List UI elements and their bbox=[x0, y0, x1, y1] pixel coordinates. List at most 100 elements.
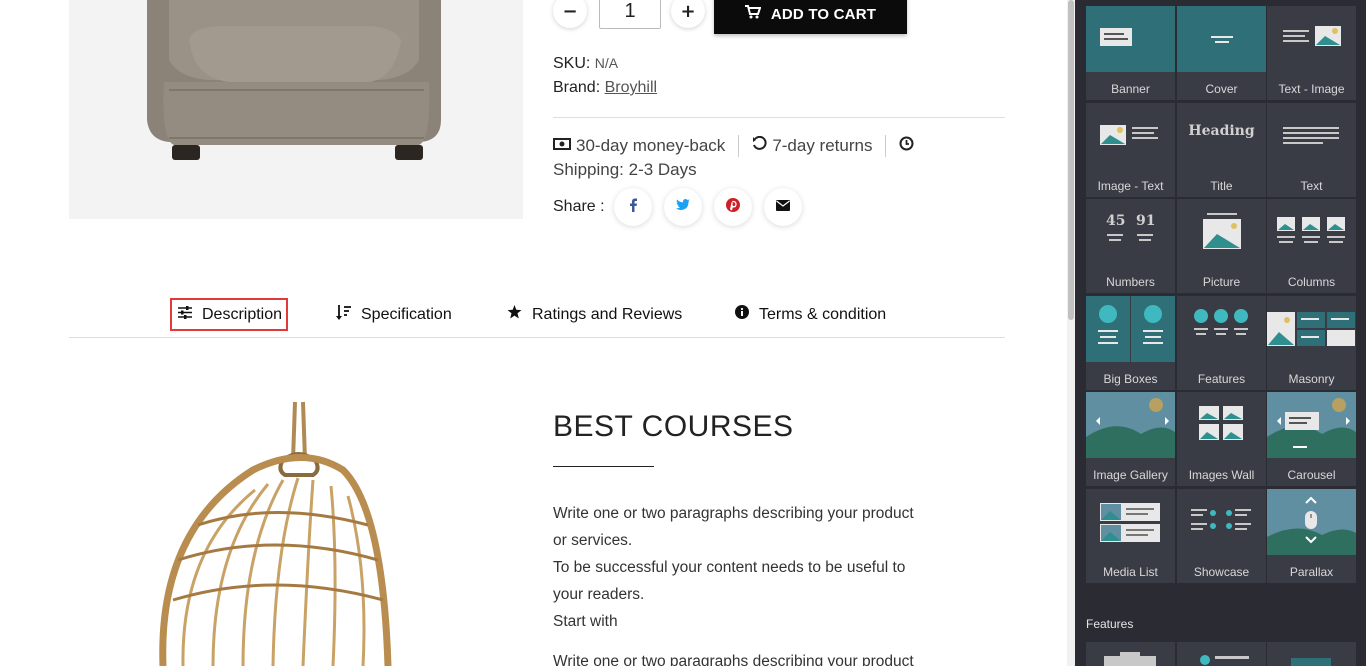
snippet-images-wall[interactable]: Images Wall bbox=[1177, 392, 1266, 486]
snippet-carousel[interactable]: Carousel bbox=[1267, 392, 1356, 486]
tab-description[interactable]: Description bbox=[170, 298, 289, 331]
features-section-heading: Features bbox=[1086, 617, 1134, 631]
add-to-cart-button[interactable]: ADD TO CART bbox=[714, 0, 907, 34]
snippet-numbers[interactable]: 45 91 Numbers bbox=[1086, 199, 1175, 293]
tile-label: Text bbox=[1300, 179, 1323, 193]
tab-specification[interactable]: Specification bbox=[336, 298, 452, 331]
description-paragraph: Write one or two paragraphs describing y… bbox=[553, 500, 963, 635]
money-icon bbox=[553, 136, 571, 156]
pinterest-icon bbox=[725, 197, 740, 217]
tile-label: Image - Text bbox=[1097, 179, 1164, 193]
paragraph-line: Write one or two paragraphs describing y… bbox=[553, 505, 914, 522]
text-image-thumbnail bbox=[1267, 6, 1356, 72]
tab-terms-and-condition[interactable]: Terms & condition bbox=[735, 298, 886, 331]
tile-label: Numbers bbox=[1106, 275, 1155, 289]
snippet-title[interactable]: Heading Title bbox=[1177, 103, 1266, 197]
snippets-panel: Banner Cover Text - Image Image - Text H… bbox=[1075, 0, 1366, 666]
snippet-banner[interactable]: Banner bbox=[1086, 6, 1175, 100]
big-boxes-thumbnail bbox=[1086, 296, 1175, 362]
quantity-input[interactable] bbox=[599, 0, 661, 29]
pinterest-share-button[interactable] bbox=[713, 188, 752, 226]
snippet-masonry[interactable]: Masonry bbox=[1267, 296, 1356, 390]
features-thumbnail bbox=[1177, 296, 1266, 362]
snippet-big-boxes[interactable]: Big Boxes bbox=[1086, 296, 1175, 390]
divider bbox=[553, 117, 1005, 118]
info-icon bbox=[735, 305, 749, 324]
scrollbar-thumb[interactable] bbox=[1068, 0, 1074, 320]
snippet-features[interactable]: Features bbox=[1177, 296, 1266, 390]
email-share-button[interactable] bbox=[763, 188, 802, 226]
facebook-share-button[interactable] bbox=[613, 188, 652, 226]
tile-label: Showcase bbox=[1193, 565, 1250, 579]
snippet-partial[interactable] bbox=[1086, 642, 1175, 666]
image-text-thumbnail bbox=[1086, 103, 1175, 169]
shipping-text: Shipping: 2-3 Days bbox=[553, 160, 697, 179]
tile-label: Images Wall bbox=[1188, 468, 1255, 482]
clock-icon bbox=[899, 136, 914, 156]
banner-thumbnail bbox=[1086, 6, 1175, 72]
tile-label: Picture bbox=[1202, 275, 1241, 289]
snippet-image-text[interactable]: Image - Text bbox=[1086, 103, 1175, 197]
partial-thumbnail bbox=[1200, 655, 1249, 665]
tab-label: Specification bbox=[361, 305, 452, 323]
sku-label: SKU: bbox=[553, 55, 591, 72]
snippet-showcase[interactable]: Showcase bbox=[1177, 489, 1266, 583]
separator bbox=[885, 135, 887, 157]
text-thumbnail bbox=[1267, 103, 1356, 169]
undo-icon bbox=[752, 135, 767, 156]
quantity-decrease-button[interactable]: − bbox=[553, 0, 587, 28]
guarantees: 30-day money-back 7-day returns bbox=[553, 135, 914, 157]
paragraph-line: Write one or two paragraphs describing y… bbox=[553, 653, 914, 666]
parallax-thumbnail bbox=[1267, 489, 1356, 555]
snippet-columns[interactable]: Columns bbox=[1267, 199, 1356, 293]
tab-label: Terms & condition bbox=[759, 305, 887, 323]
tile-label: Title bbox=[1210, 179, 1233, 193]
money-back-text: 30-day money-back bbox=[576, 136, 726, 155]
hanging-chair-image bbox=[143, 400, 423, 666]
snippet-picture[interactable]: Picture bbox=[1177, 199, 1266, 293]
snippet-cover[interactable]: Cover bbox=[1177, 6, 1266, 100]
quantity-increase-button[interactable]: + bbox=[671, 0, 705, 28]
snippet-partial[interactable] bbox=[1177, 642, 1266, 666]
tile-label: Media List bbox=[1103, 565, 1158, 579]
snippet-text[interactable]: Text bbox=[1267, 103, 1356, 197]
carousel-thumbnail bbox=[1267, 392, 1356, 458]
brand-link[interactable]: Broyhill bbox=[605, 79, 657, 96]
tile-label: Cover bbox=[1205, 82, 1238, 96]
paragraph-line: To be successful your content needs to b… bbox=[553, 559, 906, 576]
page-scrollbar[interactable] bbox=[1067, 0, 1075, 666]
title-thumbnail-heading: Heading bbox=[1188, 123, 1255, 139]
snippet-image-gallery[interactable]: Image Gallery bbox=[1086, 392, 1175, 486]
tile-label: Big Boxes bbox=[1103, 372, 1158, 386]
product-image[interactable] bbox=[69, 0, 523, 219]
twitter-icon bbox=[675, 198, 690, 216]
description-paragraph-2: Write one or two paragraphs describing y… bbox=[553, 648, 963, 666]
snippet-parallax[interactable]: Parallax bbox=[1267, 489, 1356, 583]
envelope-icon bbox=[775, 198, 790, 216]
cover-thumbnail bbox=[1177, 6, 1266, 72]
columns-thumbnail bbox=[1267, 199, 1356, 265]
snippet-text-image[interactable]: Text - Image bbox=[1267, 6, 1356, 100]
tile-label: Carousel bbox=[1287, 468, 1336, 482]
tile-label: Columns bbox=[1287, 275, 1336, 289]
snippet-partial[interactable] bbox=[1267, 642, 1356, 666]
facebook-icon bbox=[628, 198, 638, 217]
showcase-thumbnail bbox=[1177, 489, 1266, 555]
sliders-icon bbox=[178, 305, 192, 324]
tab-ratings-and-reviews[interactable]: Ratings and Reviews bbox=[507, 298, 682, 331]
brand-line: Brand: Broyhill bbox=[553, 79, 657, 97]
share-label: Share : bbox=[553, 198, 605, 215]
numbers-thumbnail-lines bbox=[1107, 234, 1153, 241]
twitter-share-button[interactable] bbox=[663, 188, 702, 226]
tab-label: Ratings and Reviews bbox=[532, 305, 683, 323]
product-page: − + ADD TO CART SKU: N/A Brand: Broyhill… bbox=[0, 0, 1075, 666]
masonry-thumbnail bbox=[1267, 296, 1356, 362]
sort-icon bbox=[336, 304, 351, 325]
snippet-media-list[interactable]: Media List bbox=[1086, 489, 1175, 583]
separator bbox=[738, 135, 740, 157]
returns-text: 7-day returns bbox=[772, 136, 873, 155]
product-tabs: Description Specification Ratings and Re… bbox=[69, 295, 1005, 338]
paragraph-line: Start with bbox=[553, 613, 618, 630]
picture-thumbnail bbox=[1177, 199, 1266, 265]
sku-value: N/A bbox=[594, 55, 619, 71]
